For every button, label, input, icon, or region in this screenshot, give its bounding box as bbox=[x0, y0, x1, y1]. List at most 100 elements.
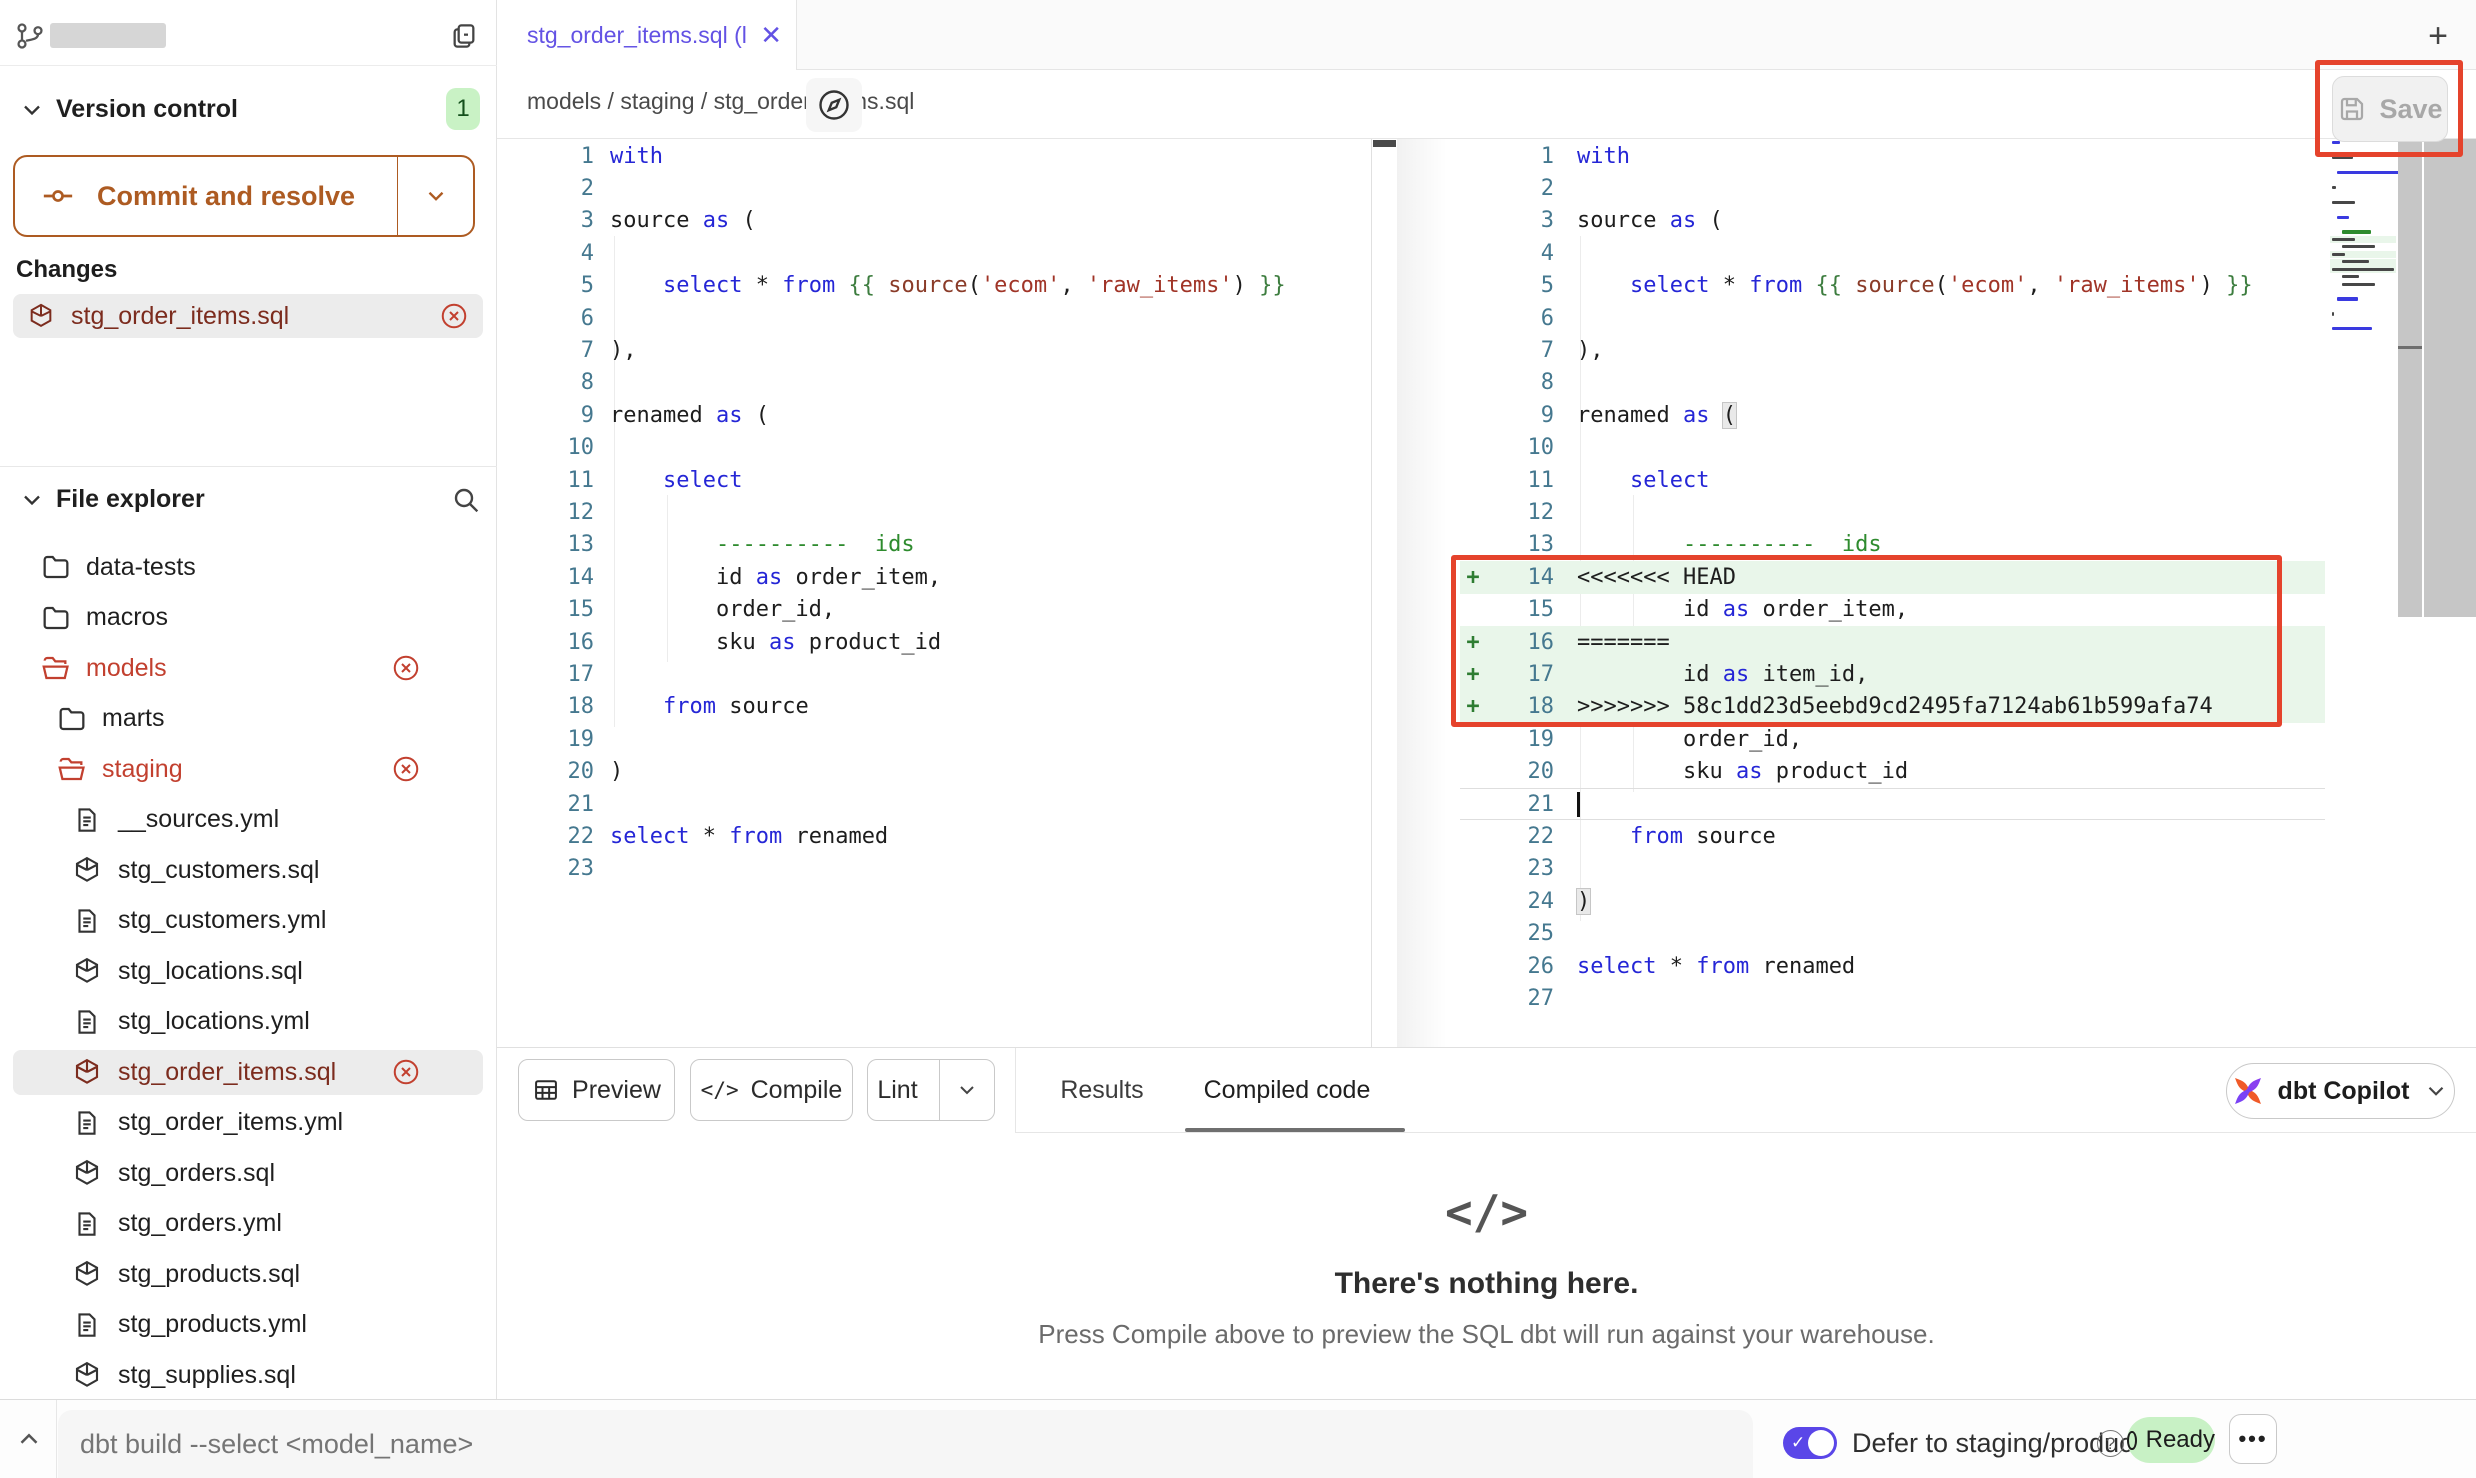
code-line-1[interactable]: 1with bbox=[1460, 140, 2325, 172]
code-line-8[interactable]: 8 bbox=[1460, 367, 2325, 399]
file-row-stg-order-items-sql[interactable]: stg_order_items.sql bbox=[0, 1047, 497, 1098]
code-line-2[interactable]: 2 bbox=[1460, 172, 2325, 204]
code-line-7[interactable]: 7), bbox=[497, 334, 1371, 366]
code-line-8[interactable]: 8 bbox=[497, 367, 1371, 399]
new-tab-button[interactable]: + bbox=[2420, 18, 2456, 54]
code-line-9[interactable]: 9renamed as ( bbox=[1460, 399, 2325, 431]
code-line-26[interactable]: 26select * from renamed bbox=[1460, 950, 2325, 982]
code-line-15[interactable]: 15 order_id, bbox=[497, 594, 1371, 626]
file-row--sources-yml[interactable]: __sources.yml bbox=[0, 795, 497, 846]
code-line-16[interactable]: 16 sku as product_id bbox=[497, 626, 1371, 658]
lint-button[interactable]: Lint bbox=[867, 1059, 995, 1121]
more-options-button[interactable]: ••• bbox=[2229, 1414, 2277, 1464]
code-line-17[interactable]: +17 id as item_id, bbox=[1460, 658, 2325, 690]
lint-options-chevron[interactable] bbox=[939, 1060, 994, 1120]
copy-icon[interactable] bbox=[448, 20, 480, 52]
file-row-stg-orders-sql[interactable]: stg_orders.sql bbox=[0, 1148, 497, 1199]
code-line-14[interactable]: +14<<<<<<< HEAD bbox=[1460, 561, 2325, 593]
code-line-13[interactable]: 13 ---------- ids bbox=[497, 529, 1371, 561]
search-icon[interactable] bbox=[450, 484, 482, 516]
code-line-18[interactable]: +18>>>>>>> 58c1dd23d5eebd9cd2495fa7124ab… bbox=[1460, 691, 2325, 723]
preview-button[interactable]: Preview bbox=[518, 1059, 675, 1121]
code-line-2[interactable]: 2 bbox=[497, 172, 1371, 204]
left-editor-pane[interactable]: 1with23source as (45 select * from {{ so… bbox=[497, 139, 1371, 1047]
code-line-12[interactable]: 12 bbox=[1460, 496, 2325, 528]
file-row-stg-order-items-yml[interactable]: stg_order_items.yml bbox=[0, 1098, 497, 1149]
code-line-10[interactable]: 10 bbox=[497, 432, 1371, 464]
code-line-4[interactable]: 4 bbox=[497, 237, 1371, 269]
code-line-20[interactable]: 20 sku as product_id bbox=[1460, 756, 2325, 788]
file-row-stg-customers-yml[interactable]: stg_customers.yml bbox=[0, 896, 497, 947]
code-line-16[interactable]: +16======= bbox=[1460, 626, 2325, 658]
file-row-stg-locations-sql[interactable]: stg_locations.sql bbox=[0, 946, 497, 997]
minimap[interactable] bbox=[2332, 141, 2396, 471]
code-line-1[interactable]: 1with bbox=[497, 140, 1371, 172]
code-line-21[interactable]: 21 bbox=[1460, 788, 2325, 820]
file-row-stg-locations-yml[interactable]: stg_locations.yml bbox=[0, 997, 497, 1048]
right-editor-pane[interactable]: 1with23source as (45 select * from {{ so… bbox=[1460, 139, 2325, 1047]
close-icon[interactable]: ✕ bbox=[760, 20, 782, 51]
code-line-7[interactable]: 7), bbox=[1460, 334, 2325, 366]
lint-label[interactable]: Lint bbox=[868, 1060, 927, 1120]
code-line-19[interactable]: 19 order_id, bbox=[1460, 723, 2325, 755]
compile-button[interactable]: </> Compile bbox=[690, 1059, 853, 1121]
code-line-5[interactable]: 5 select * from {{ source('ecom', 'raw_i… bbox=[497, 270, 1371, 302]
version-control-chevron-icon[interactable] bbox=[18, 96, 46, 124]
code-line-20[interactable]: 20) bbox=[497, 756, 1371, 788]
tab-stg-order-items[interactable]: stg_order_items.sql (last c... ✕ bbox=[497, 0, 797, 70]
commit-options-chevron[interactable] bbox=[397, 157, 473, 235]
code-line-14[interactable]: 14 id as order_item, bbox=[497, 561, 1371, 593]
code-line-9[interactable]: 9renamed as ( bbox=[497, 399, 1371, 431]
code-line-11[interactable]: 11 select bbox=[497, 464, 1371, 496]
command-input[interactable]: dbt build --select <model_name> bbox=[58, 1410, 1753, 1478]
code-line-4[interactable]: 4 bbox=[1460, 237, 2325, 269]
circle-x-icon[interactable] bbox=[439, 301, 469, 331]
dbt-copilot-button[interactable]: dbt Copilot bbox=[2226, 1063, 2455, 1119]
code-line-6[interactable]: 6 bbox=[497, 302, 1371, 334]
file-row-models[interactable]: models bbox=[0, 643, 497, 694]
code-line-25[interactable]: 25 bbox=[1460, 918, 2325, 950]
circle-x-icon[interactable] bbox=[391, 1057, 421, 1087]
file-row-stg-orders-yml[interactable]: stg_orders.yml bbox=[0, 1199, 497, 1250]
code-line-13[interactable]: 13 ---------- ids bbox=[1460, 529, 2325, 561]
code-line-24[interactable]: 24) bbox=[1460, 885, 2325, 917]
circle-x-icon[interactable] bbox=[391, 754, 421, 784]
file-row-marts[interactable]: marts bbox=[0, 694, 497, 745]
code-line-6[interactable]: 6 bbox=[1460, 302, 2325, 334]
chevron-up-icon[interactable] bbox=[14, 1424, 46, 1456]
code-line-11[interactable]: 11 select bbox=[1460, 464, 2325, 496]
changed-file-row[interactable]: stg_order_items.sql bbox=[13, 294, 483, 338]
commit-and-resolve-button[interactable]: Commit and resolve bbox=[13, 155, 475, 237]
code-line-23[interactable]: 23 bbox=[497, 853, 1371, 885]
code-line-3[interactable]: 3source as ( bbox=[497, 205, 1371, 237]
save-button[interactable]: Save bbox=[2332, 76, 2448, 142]
defer-toggle[interactable]: ✓ bbox=[1783, 1427, 1837, 1459]
code-line-19[interactable]: 19 bbox=[497, 723, 1371, 755]
code-line-10[interactable]: 10 bbox=[1460, 432, 2325, 464]
code-line-23[interactable]: 23 bbox=[1460, 853, 2325, 885]
code-line-22[interactable]: 22select * from renamed bbox=[497, 820, 1371, 852]
file-row-macros[interactable]: macros bbox=[0, 593, 497, 644]
explore-lineage-button[interactable] bbox=[806, 78, 862, 132]
code-line-21[interactable]: 21 bbox=[497, 788, 1371, 820]
file-row-stg-products-sql[interactable]: stg_products.sql bbox=[0, 1249, 497, 1300]
file-row-data-tests[interactable]: data-tests bbox=[0, 542, 497, 593]
file-row-stg-supplies-sql[interactable]: stg_supplies.sql bbox=[0, 1350, 497, 1401]
help-icon[interactable]: ? bbox=[2097, 1430, 2124, 1457]
file-row-stg-customers-sql[interactable]: stg_customers.sql bbox=[0, 845, 497, 896]
code-line-15[interactable]: 15 id as order_item, bbox=[1460, 594, 2325, 626]
file-row-stg-products-yml[interactable]: stg_products.yml bbox=[0, 1300, 497, 1351]
code-line-12[interactable]: 12 bbox=[497, 496, 1371, 528]
file-explorer-chevron-icon[interactable] bbox=[18, 486, 46, 514]
editor-scrollbar[interactable] bbox=[2424, 139, 2476, 617]
code-line-18[interactable]: 18 from source bbox=[497, 691, 1371, 723]
editor-split-divider[interactable] bbox=[1371, 139, 1372, 1047]
code-line-5[interactable]: 5 select * from {{ source('ecom', 'raw_i… bbox=[1460, 270, 2325, 302]
code-line-17[interactable]: 17 bbox=[497, 658, 1371, 690]
code-line-3[interactable]: 3source as ( bbox=[1460, 205, 2325, 237]
circle-x-icon[interactable] bbox=[391, 653, 421, 683]
file-row-staging[interactable]: staging bbox=[0, 744, 497, 795]
tab-results[interactable]: Results bbox=[1047, 1048, 1157, 1132]
code-line-22[interactable]: 22 from source bbox=[1460, 820, 2325, 852]
left-editor-scrollbar-thumb[interactable] bbox=[1373, 140, 1396, 147]
